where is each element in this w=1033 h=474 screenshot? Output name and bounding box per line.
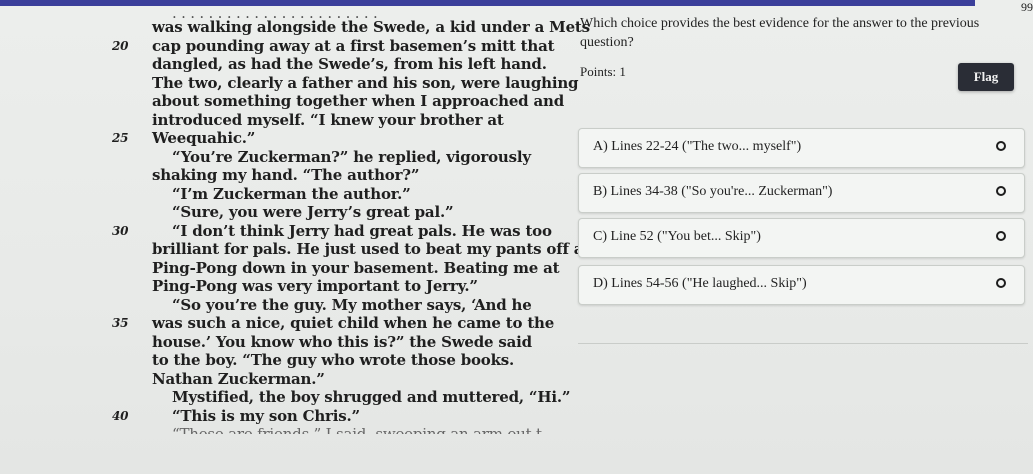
choice-label: D) Lines 54-56 ("He laughed... Skip") bbox=[593, 276, 807, 291]
passage-line: to the boy. “The guy who wrote those boo… bbox=[112, 351, 542, 370]
passage-line-text: was walking alongside the Swede, a kid u… bbox=[152, 18, 590, 36]
passage-line-text: Weequahic.” bbox=[152, 129, 256, 147]
passage-line-text: cap pounding away at a first basemen’s m… bbox=[152, 36, 555, 55]
passage-line: shaking my hand. “The author?” bbox=[112, 166, 542, 185]
passage-line: 40 “This is my son Chris.” bbox=[112, 407, 542, 426]
radio-icon[interactable] bbox=[996, 278, 1006, 288]
panel-divider bbox=[578, 343, 1028, 344]
passage-line-text: “Sure, you were Jerry’s great pal.” bbox=[172, 203, 454, 221]
passage-line: Mystified, the boy shrugged and muttered… bbox=[112, 388, 570, 407]
flag-button[interactable]: Flag bbox=[958, 63, 1014, 91]
question-prompt: Which choice provides the best evidence … bbox=[580, 16, 980, 50]
passage-line: Nathan Zuckerman.” bbox=[112, 370, 542, 389]
passage-line-text: “These are friends,” I said, sweeping an… bbox=[172, 425, 542, 434]
passage-line: “These are friends,” I said, sweeping an… bbox=[112, 425, 542, 434]
passage-cut-line-top: . . . . . . . . . . . . . . . . . . . . … bbox=[172, 4, 378, 18]
points-label: Points: 1 bbox=[580, 64, 626, 79]
choice-label: C) Line 52 ("You bet... Skip") bbox=[593, 229, 761, 244]
passage-line-text: about something together when I approach… bbox=[152, 92, 565, 110]
passage-line: “I’m Zuckerman the author.” bbox=[112, 185, 542, 204]
passage-line-text: to the boy. “The guy who wrote those boo… bbox=[152, 351, 515, 369]
passage-line: “Sure, you were Jerry’s great pal.” bbox=[112, 203, 542, 222]
passage-line: introduced myself. “I knew your brother … bbox=[112, 111, 542, 130]
passage-line-text: “You’re Zuckerman?” he replied, vigorous… bbox=[172, 147, 531, 166]
passage-line-text: shaking my hand. “The author?” bbox=[152, 166, 420, 184]
passage-line-text: “So you’re the guy. My mother says, ‘And… bbox=[172, 295, 532, 314]
radio-icon[interactable] bbox=[996, 141, 1006, 151]
line-number: 35 bbox=[112, 316, 129, 330]
passage-line-text: introduced myself. “I knew your brother … bbox=[152, 110, 504, 129]
passage-line: 25 Weequahic.” bbox=[112, 129, 542, 148]
reading-passage: . . . . . . . . . . . . . . . . . . . . … bbox=[112, 4, 590, 434]
passage-line-text: Ping-Pong down in your basement. Beating… bbox=[152, 258, 560, 277]
passage-line: was walking alongside the Swede, a kid u… bbox=[112, 18, 590, 37]
passage-line-text: “This is my son Chris.” bbox=[172, 406, 360, 425]
choice-label: B) Lines 34-38 ("So you're... Zuckerman"… bbox=[593, 184, 833, 199]
passage-line-text: The two, clearly a father and his son, w… bbox=[152, 73, 579, 92]
answer-choice-b[interactable]: B) Lines 34-38 ("So you're... Zuckerman"… bbox=[578, 173, 1025, 213]
test-screen: 99 . . . . . . . . . . . . . . . . . . .… bbox=[0, 0, 1033, 474]
passage-line: house.’ You know who this is?” the Swede… bbox=[112, 333, 542, 352]
passage-line: about something together when I approach… bbox=[112, 92, 564, 111]
passage-line-text: “I’m Zuckerman the author.” bbox=[172, 184, 411, 203]
passage-line: The two, clearly a father and his son, w… bbox=[112, 74, 579, 93]
line-number: 40 bbox=[112, 408, 129, 423]
answer-choice-a[interactable]: A) Lines 22-24 ("The two... myself") bbox=[578, 128, 1025, 168]
passage-line-text: was such a nice, quiet child when he cam… bbox=[152, 314, 555, 332]
passage-line-text: dangled, as had the Swede’s, from his le… bbox=[152, 55, 547, 73]
passage-line: “You’re Zuckerman?” he replied, vigorous… bbox=[112, 148, 542, 167]
passage-line: 20 cap pounding away at a first basemen’s… bbox=[112, 37, 555, 56]
passage-line: “So you’re the guy. My mother says, ‘And… bbox=[112, 296, 542, 315]
radio-icon[interactable] bbox=[996, 186, 1006, 196]
passage-line: 30 “I don’t think Jerry had great pals. H… bbox=[112, 222, 552, 241]
line-number: 30 bbox=[112, 223, 129, 238]
answer-choice-d[interactable]: D) Lines 54-56 ("He laughed... Skip") bbox=[578, 265, 1025, 305]
passage-line: brilliant for pals. He just used to beat… bbox=[112, 240, 590, 259]
choice-label: A) Lines 22-24 ("The two... myself") bbox=[593, 139, 802, 154]
corner-number: 99 bbox=[1021, 0, 1033, 14]
passage-line-text: Mystified, the boy shrugged and muttered… bbox=[172, 388, 571, 406]
passage-line-text: house.’ You know who this is?” the Swede… bbox=[152, 332, 532, 351]
line-number: 25 bbox=[112, 131, 129, 145]
passage-line-text: Ping-Pong was very important to Jerry.” bbox=[152, 277, 478, 295]
passage-line: 35 was such a nice, quiet child when he c… bbox=[112, 314, 554, 333]
passage-line-text: “I don’t think Jerry had great pals. He … bbox=[172, 221, 552, 240]
radio-icon[interactable] bbox=[996, 231, 1006, 241]
passage-line: Ping-Pong down in your basement. Beating… bbox=[112, 259, 560, 278]
passage-line: Ping-Pong was very important to Jerry.” bbox=[112, 277, 542, 296]
line-number: 20 bbox=[112, 38, 129, 53]
passage-line: dangled, as had the Swede’s, from his le… bbox=[112, 55, 547, 74]
passage-line-text: brilliant for pals. He just used to beat… bbox=[152, 240, 590, 258]
answer-choice-c[interactable]: C) Line 52 ("You bet... Skip") bbox=[578, 218, 1025, 258]
passage-line-text: Nathan Zuckerman.” bbox=[152, 369, 325, 388]
